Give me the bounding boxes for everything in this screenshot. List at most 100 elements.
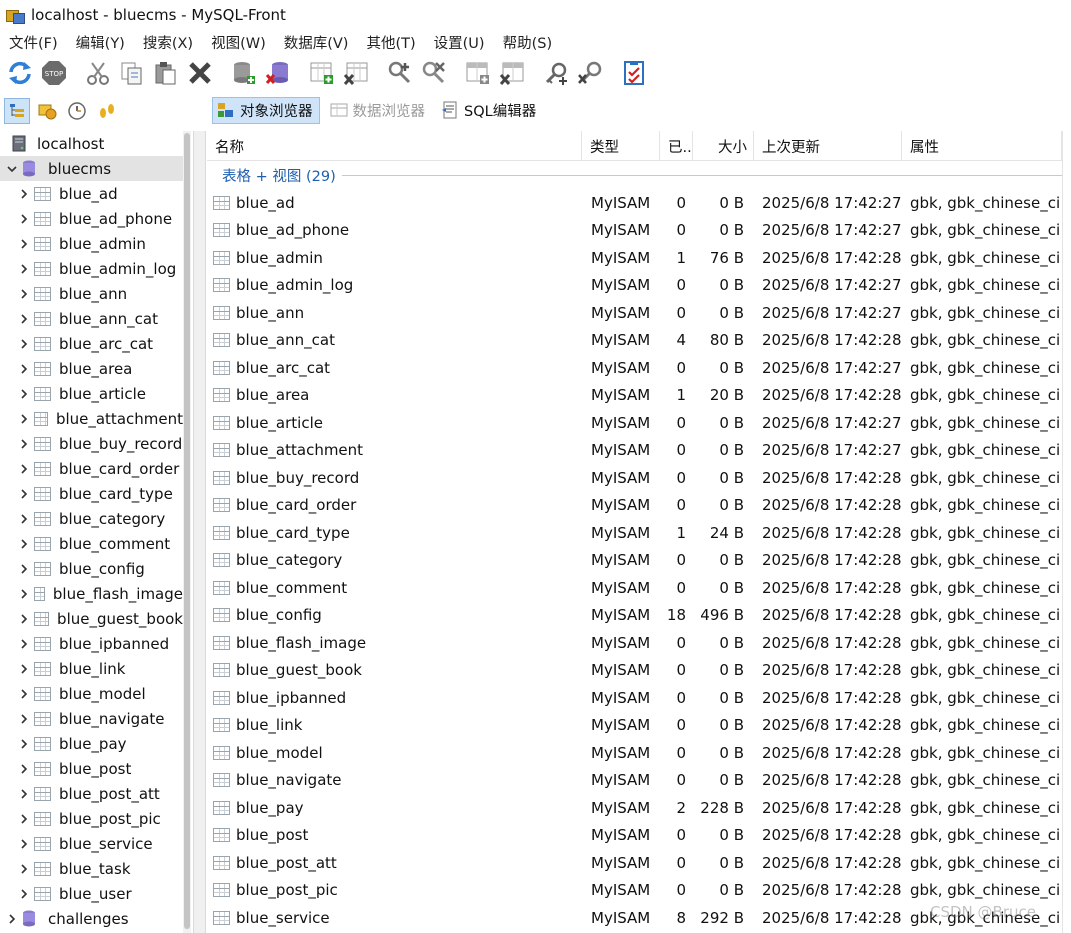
- tree-node-table[interactable]: blue_post: [0, 756, 183, 781]
- chevron-right-icon[interactable]: [18, 838, 30, 850]
- chevron-right-icon[interactable]: [18, 263, 30, 275]
- table-row[interactable]: blue_config MyISAM 18 496 B 2025/6/8 17:42:2…: [207, 602, 1071, 629]
- drop-user-icon[interactable]: [418, 57, 450, 89]
- table-row[interactable]: blue_link MyISAM 0 0 B 2025/6/8 17:42:28 gbk,…: [207, 712, 1071, 739]
- refresh-icon[interactable]: [4, 57, 36, 89]
- table-row[interactable]: blue_ipbanned MyISAM 0 0 B 2025/6/8 17:42:28…: [207, 684, 1071, 711]
- tree-node-database-bluecms[interactable]: bluecms: [0, 156, 183, 181]
- table-row[interactable]: blue_flash_image MyISAM 0 0 B 2025/6/8 17:42…: [207, 629, 1071, 656]
- tree-node-table[interactable]: blue_arc_cat: [0, 331, 183, 356]
- delete-icon[interactable]: [184, 57, 216, 89]
- tree-node-table[interactable]: blue_guest_book: [0, 606, 183, 631]
- column-header-size[interactable]: 大小: [693, 131, 754, 161]
- table-row[interactable]: blue_pay MyISAM 2 228 B 2025/6/8 17:42:28 gbk…: [207, 794, 1071, 821]
- table-row[interactable]: blue_navigate MyISAM 0 0 B 2025/6/8 17:42:28…: [207, 767, 1071, 794]
- tree-node-database-challenges[interactable]: challenges: [0, 906, 183, 931]
- chevron-right-icon[interactable]: [18, 638, 30, 650]
- table-row[interactable]: blue_attachment MyISAM 0 0 B 2025/6/8 17:42:…: [207, 437, 1071, 464]
- history-icon[interactable]: [64, 98, 90, 124]
- drop-table-icon[interactable]: [340, 57, 372, 89]
- drop-database-icon[interactable]: [262, 57, 294, 89]
- copy-icon[interactable]: [116, 57, 148, 89]
- group-header[interactable]: 表格 + 视图 (29): [207, 162, 1071, 188]
- column-header-type[interactable]: 类型: [582, 131, 660, 161]
- tree-node-table[interactable]: blue_ann_cat: [0, 306, 183, 331]
- tree-view-icon[interactable]: [4, 97, 30, 124]
- menu-help[interactable]: 帮助(S): [494, 32, 562, 53]
- tree-node-table[interactable]: blue_user: [0, 881, 183, 906]
- panel-splitter[interactable]: [193, 131, 206, 933]
- table-row[interactable]: blue_area MyISAM 1 20 B 2025/6/8 17:42:28 gbk…: [207, 382, 1071, 409]
- table-row[interactable]: blue_article MyISAM 0 0 B 2025/6/8 17:42:27 g…: [207, 409, 1071, 436]
- chevron-right-icon[interactable]: [18, 288, 30, 300]
- menu-settings[interactable]: 设置(U): [425, 32, 494, 53]
- tree-node-table[interactable]: blue_ad: [0, 181, 183, 206]
- chevron-right-icon[interactable]: [18, 663, 30, 675]
- tree-node-table[interactable]: blue_model: [0, 681, 183, 706]
- chevron-right-icon[interactable]: [18, 238, 30, 250]
- chevron-right-icon[interactable]: [18, 763, 30, 775]
- table-row[interactable]: blue_post_pic MyISAM 0 0 B 2025/6/8 17:42:28…: [207, 877, 1071, 904]
- menu-database[interactable]: 数据库(V): [275, 32, 358, 53]
- chevron-right-icon[interactable]: [18, 438, 30, 450]
- tree-node-table[interactable]: blue_post_pic: [0, 806, 183, 831]
- chevron-right-icon[interactable]: [18, 363, 30, 375]
- table-row[interactable]: blue_card_type MyISAM 1 24 B 2025/6/8 17:42:…: [207, 519, 1071, 546]
- tree-node-table[interactable]: blue_post_att: [0, 781, 183, 806]
- chevron-right-icon[interactable]: [18, 513, 30, 525]
- stop-icon[interactable]: STOP: [38, 57, 70, 89]
- tree-node-table[interactable]: blue_area: [0, 356, 183, 381]
- tree-node-table[interactable]: blue_ann: [0, 281, 183, 306]
- chevron-right-icon[interactable]: [6, 913, 18, 925]
- table-row[interactable]: blue_post_att MyISAM 0 0 B 2025/6/8 17:42:28…: [207, 849, 1071, 876]
- add-user-icon[interactable]: [384, 57, 416, 89]
- chevron-right-icon[interactable]: [18, 888, 30, 900]
- footprints-icon[interactable]: [94, 98, 120, 124]
- tree-node-table[interactable]: blue_comment: [0, 531, 183, 556]
- table-row[interactable]: blue_guest_book MyISAM 0 0 B 2025/6/8 17:42:…: [207, 657, 1071, 684]
- menu-search[interactable]: 搜索(X): [134, 32, 202, 53]
- chevron-right-icon[interactable]: [18, 563, 30, 575]
- tree-node-table[interactable]: blue_service: [0, 831, 183, 856]
- table-row[interactable]: blue_post MyISAM 0 0 B 2025/6/8 17:42:28 gbk,…: [207, 822, 1071, 849]
- table-row[interactable]: blue_category MyISAM 0 0 B 2025/6/8 17:42:28…: [207, 547, 1071, 574]
- chevron-down-icon[interactable]: [6, 163, 18, 175]
- chevron-right-icon[interactable]: [18, 738, 30, 750]
- chevron-right-icon[interactable]: [18, 488, 30, 500]
- add-field-icon[interactable]: [462, 57, 494, 89]
- chevron-right-icon[interactable]: [18, 588, 30, 600]
- table-row[interactable]: blue_ad MyISAM 0 0 B 2025/6/8 17:42:27 gbk, g…: [207, 189, 1071, 216]
- tree-node-table[interactable]: blue_admin_log: [0, 256, 183, 281]
- column-header-updated[interactable]: 上次更新: [754, 131, 902, 161]
- tree-node-table[interactable]: blue_task: [0, 856, 183, 881]
- tree-node-table[interactable]: blue_attachment: [0, 406, 183, 431]
- tree-node-table[interactable]: blue_ipbanned: [0, 631, 183, 656]
- drop-field-icon[interactable]: [496, 57, 528, 89]
- bookmark-icon[interactable]: [34, 98, 60, 124]
- chevron-right-icon[interactable]: [18, 688, 30, 700]
- table-row[interactable]: blue_arc_cat MyISAM 0 0 B 2025/6/8 17:42:27 g…: [207, 354, 1071, 381]
- menu-view[interactable]: 视图(W): [202, 32, 275, 53]
- column-header-attributes[interactable]: 属性: [902, 131, 1062, 161]
- drop-key-icon[interactable]: [574, 57, 606, 89]
- menu-edit[interactable]: 编辑(Y): [67, 32, 134, 53]
- tree-node-table[interactable]: blue_category: [0, 506, 183, 531]
- table-row[interactable]: blue_admin MyISAM 1 76 B 2025/6/8 17:42:28 gb…: [207, 244, 1071, 271]
- column-header-name[interactable]: 名称: [207, 131, 582, 161]
- tree-node-table[interactable]: blue_pay: [0, 731, 183, 756]
- table-row[interactable]: blue_ann MyISAM 0 0 B 2025/6/8 17:42:27 gbk, …: [207, 299, 1071, 326]
- chevron-right-icon[interactable]: [18, 338, 30, 350]
- table-row[interactable]: blue_buy_record MyISAM 0 0 B 2025/6/8 17:42:…: [207, 464, 1071, 491]
- chevron-right-icon[interactable]: [18, 188, 30, 200]
- chevron-right-icon[interactable]: [18, 413, 30, 425]
- chevron-right-icon[interactable]: [18, 813, 30, 825]
- tree-scrollbar-thumb[interactable]: [184, 133, 190, 929]
- menu-file[interactable]: 文件(F): [0, 32, 67, 53]
- table-row[interactable]: blue_model MyISAM 0 0 B 2025/6/8 17:42:28 gbk…: [207, 739, 1071, 766]
- cut-icon[interactable]: [82, 57, 114, 89]
- tree-node-table[interactable]: blue_admin: [0, 231, 183, 256]
- chevron-right-icon[interactable]: [18, 313, 30, 325]
- menu-other[interactable]: 其他(T): [357, 32, 424, 53]
- chevron-right-icon[interactable]: [18, 538, 30, 550]
- chevron-right-icon[interactable]: [18, 863, 30, 875]
